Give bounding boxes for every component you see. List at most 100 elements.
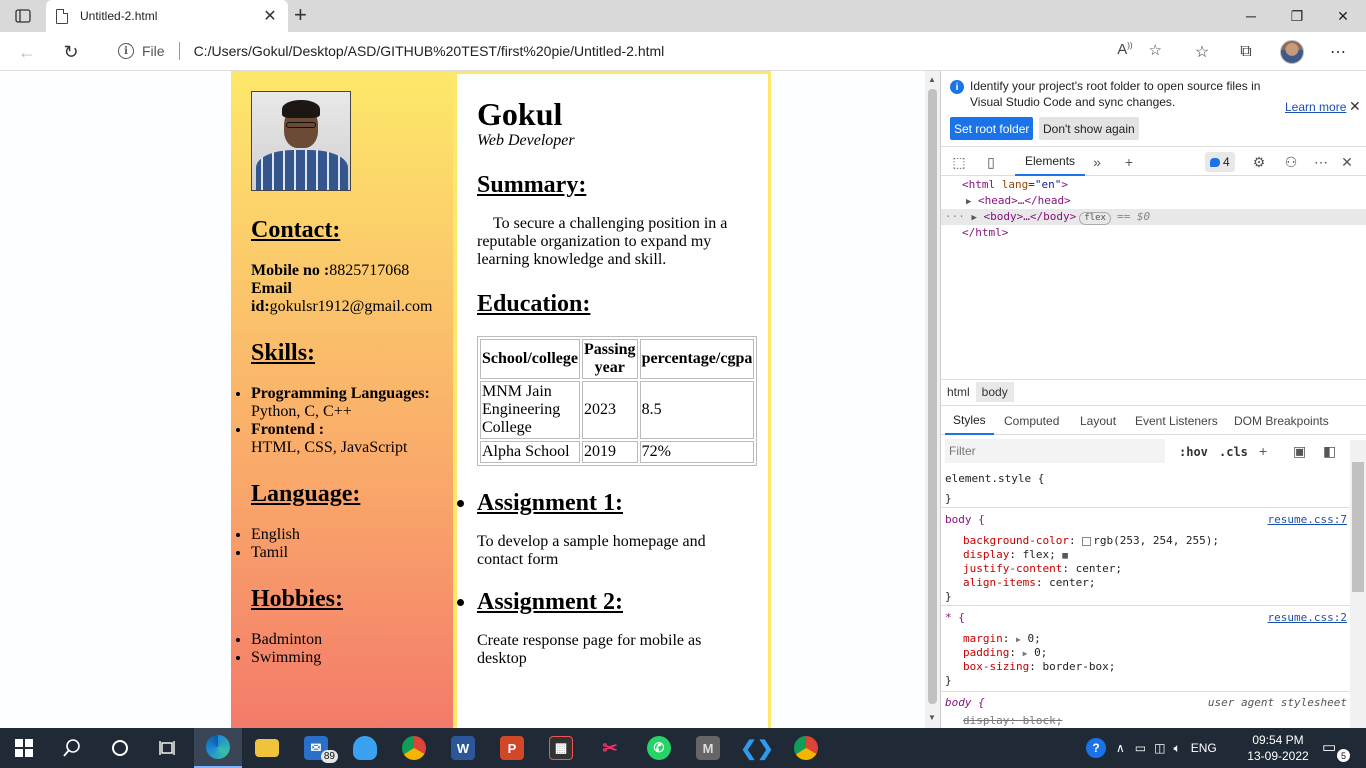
dom-html-node[interactable]: <html lang="en"> bbox=[962, 177, 1068, 193]
expand-arrow-icon[interactable]: ▶ bbox=[1016, 635, 1021, 644]
cls-toggle[interactable]: .cls bbox=[1219, 445, 1248, 459]
set-root-folder-button[interactable]: Set root folder bbox=[950, 117, 1034, 140]
hov-toggle[interactable]: :hov bbox=[1179, 445, 1208, 459]
css-property[interactable]: background-color: rgb(253, 254, 255); bbox=[963, 534, 1219, 548]
tab-close-icon[interactable]: ✕ bbox=[262, 6, 278, 26]
css-property[interactable]: display: block; bbox=[963, 714, 1062, 728]
rule-selector[interactable]: * { bbox=[945, 611, 965, 625]
css-property[interactable]: padding: ▶ 0; bbox=[963, 646, 1047, 660]
cortana-button[interactable] bbox=[96, 728, 144, 768]
css-property[interactable]: margin: ▶ 0; bbox=[963, 632, 1041, 646]
format-painter-icon[interactable]: ▣ bbox=[1293, 443, 1306, 460]
scroll-down-arrow[interactable]: ▼ bbox=[928, 713, 936, 722]
dom-head-node[interactable]: ▶ <head>…</head> bbox=[966, 193, 1071, 209]
scroll-up-arrow[interactable]: ▲ bbox=[928, 75, 936, 84]
connect-icon[interactable]: ⚇ bbox=[1281, 152, 1301, 172]
restore-button[interactable]: ❐ bbox=[1274, 0, 1320, 32]
taskbar-file-explorer[interactable] bbox=[243, 728, 291, 768]
taskbar-app-icon[interactable]: ▦ bbox=[537, 728, 585, 768]
add-favorite-icon[interactable]: ☆ bbox=[1149, 41, 1162, 59]
rule-source-link[interactable]: resume.css:2 bbox=[1268, 611, 1347, 625]
settings-more-icon[interactable]: ⋯ bbox=[1326, 40, 1350, 64]
taskbar-clock[interactable]: 09:54 PM 13-09-2022 bbox=[1245, 732, 1311, 764]
browser-tab[interactable]: Untitled-2.html ✕ bbox=[46, 0, 288, 32]
page-scroll-thumb[interactable] bbox=[928, 89, 937, 704]
favorites-icon[interactable]: ☆ bbox=[1190, 40, 1214, 64]
start-button[interactable] bbox=[0, 728, 48, 768]
read-aloud-icon[interactable]: A)) bbox=[1117, 41, 1132, 59]
css-property[interactable]: align-items: center; bbox=[963, 576, 1095, 590]
help-icon[interactable]: ? bbox=[1086, 738, 1106, 758]
taskbar-vscode[interactable]: ❮❯ bbox=[733, 728, 781, 768]
styles-scrollbar[interactable] bbox=[1350, 440, 1366, 728]
issues-badge[interactable]: 4 bbox=[1205, 152, 1235, 172]
close-devtools-icon[interactable]: ✕ bbox=[1337, 152, 1357, 172]
tab-computed[interactable]: Computed bbox=[1004, 406, 1059, 435]
tab-layout[interactable]: Layout bbox=[1080, 406, 1116, 435]
collections-icon[interactable]: ⧉ bbox=[1234, 40, 1258, 64]
taskbar-chrome-profile[interactable] bbox=[782, 728, 830, 768]
flex-badge[interactable]: flex bbox=[1079, 212, 1111, 225]
breadcrumb-html[interactable]: html bbox=[941, 382, 976, 402]
flex-editor-icon[interactable]: ▦ bbox=[1062, 551, 1067, 561]
taskbar-word[interactable]: W bbox=[439, 728, 487, 768]
styles-scroll-thumb[interactable] bbox=[1352, 462, 1364, 592]
close-window-button[interactable]: ✕ bbox=[1320, 0, 1366, 32]
devtools-more-icon[interactable]: ⋯ bbox=[1311, 152, 1331, 172]
breadcrumb-body[interactable]: body bbox=[975, 381, 1014, 402]
rule-source-link[interactable]: resume.css:7 bbox=[1268, 513, 1347, 527]
taskbar-powerpoint[interactable]: P bbox=[488, 728, 536, 768]
network-icon[interactable]: ◫ bbox=[1154, 741, 1165, 755]
rule-selector[interactable]: element.style { bbox=[945, 472, 1044, 486]
css-property[interactable]: justify-content: center; bbox=[963, 562, 1122, 576]
more-tabs-icon[interactable]: » bbox=[1087, 152, 1107, 172]
taskbar-chrome[interactable] bbox=[390, 728, 438, 768]
tab-elements[interactable]: Elements bbox=[1015, 147, 1086, 176]
site-info-icon[interactable]: i bbox=[118, 43, 134, 59]
device-toolbar-icon[interactable]: ▯ bbox=[981, 152, 1001, 172]
toggle-sidebar-icon[interactable]: ◧ bbox=[1323, 443, 1336, 460]
page-scrollbar[interactable]: ▲ ▼ bbox=[925, 71, 940, 728]
add-tab-icon[interactable]: + bbox=[1119, 152, 1139, 172]
taskbar-tips[interactable] bbox=[341, 728, 389, 768]
new-tab-button[interactable]: + bbox=[294, 4, 307, 26]
refresh-button[interactable]: ↻ bbox=[58, 39, 84, 65]
expand-arrow-icon[interactable]: ▶ bbox=[1023, 649, 1028, 658]
battery-icon[interactable]: ▭ bbox=[1135, 741, 1146, 755]
settings-gear-icon[interactable]: ⚙ bbox=[1249, 152, 1269, 172]
inspect-element-icon[interactable]: ⬚ bbox=[949, 152, 969, 172]
expand-arrow-icon[interactable]: ▶ bbox=[966, 197, 971, 207]
tab-dom-breakpoints[interactable]: DOM Breakpoints bbox=[1234, 406, 1329, 435]
volume-icon[interactable]: 🔈︎ bbox=[1173, 741, 1180, 756]
language-indicator[interactable]: ENG bbox=[1191, 741, 1217, 755]
search-button[interactable] bbox=[48, 728, 96, 768]
address-bar[interactable]: i File C:/Users/Gokul/Desktop/ASD/GITHUB… bbox=[102, 36, 1172, 66]
rule-selector[interactable]: body { bbox=[945, 696, 985, 710]
dom-html-close[interactable]: </html> bbox=[962, 225, 1008, 241]
task-view-button[interactable] bbox=[144, 728, 192, 768]
dom-body-node[interactable]: ··· ▶ <body>…</body> flex == $0 bbox=[945, 209, 1150, 225]
tab-actions-menu-button[interactable] bbox=[10, 6, 36, 26]
taskbar-snipping-tool[interactable]: ✂ bbox=[586, 728, 634, 768]
taskbar-whatsapp[interactable]: ✆ bbox=[635, 728, 683, 768]
tab-styles[interactable]: Styles bbox=[945, 406, 994, 435]
profile-avatar[interactable] bbox=[1280, 40, 1304, 64]
notification-center-button[interactable]: ▭ 5 bbox=[1322, 738, 1350, 762]
close-banner-icon[interactable]: ✕ bbox=[1349, 98, 1361, 115]
url-text[interactable]: C:/Users/Gokul/Desktop/ASD/GITHUB%20TEST… bbox=[194, 43, 665, 59]
new-rule-icon[interactable]: + bbox=[1259, 443, 1267, 459]
back-button[interactable]: ← bbox=[14, 39, 40, 65]
tab-event-listeners[interactable]: Event Listeners bbox=[1135, 406, 1218, 435]
minimize-button[interactable]: ─ bbox=[1228, 0, 1274, 32]
taskbar-app-m[interactable]: M bbox=[684, 728, 732, 768]
taskbar-edge[interactable] bbox=[194, 728, 242, 768]
css-property[interactable]: display: flex; ▦ bbox=[963, 548, 1068, 562]
styles-filter-input[interactable]: Filter bbox=[945, 439, 1165, 463]
rule-selector[interactable]: body { bbox=[945, 513, 985, 527]
color-swatch[interactable] bbox=[1082, 536, 1092, 546]
taskbar-mail[interactable]: ✉ 89 bbox=[292, 728, 340, 768]
expand-arrow-icon[interactable]: ▶ bbox=[972, 213, 977, 223]
learn-more-link[interactable]: Learn more bbox=[1285, 100, 1346, 114]
css-property[interactable]: box-sizing: border-box; bbox=[963, 660, 1115, 674]
show-hidden-icons-icon[interactable]: ∧ bbox=[1116, 741, 1125, 755]
